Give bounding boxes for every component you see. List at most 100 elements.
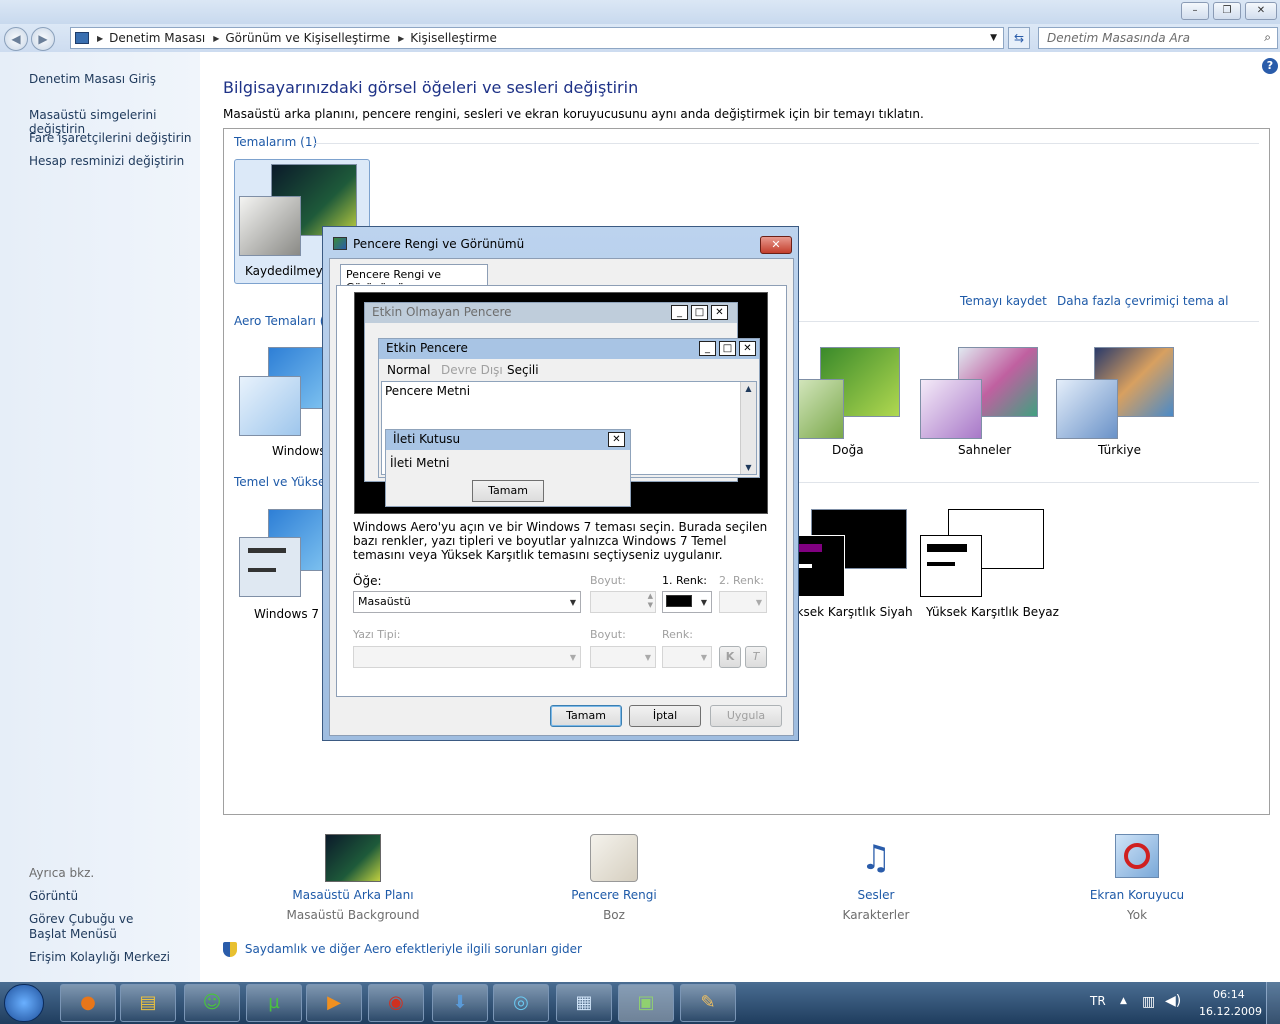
minimize-icon: _ bbox=[671, 305, 688, 320]
theme-name: Yüksek Karşıtlık Siyah bbox=[783, 605, 913, 619]
ok-button[interactable]: Tamam bbox=[550, 705, 622, 727]
dialog-app-icon bbox=[333, 237, 347, 250]
font-select[interactable]: ▼ bbox=[353, 646, 581, 668]
basic-theme-high-contrast-white[interactable]: Yüksek Karşıtlık Beyaz bbox=[918, 509, 1059, 619]
color1-picker[interactable]: ▼ bbox=[662, 591, 712, 613]
breadcrumb-arrow-icon: ▶ bbox=[213, 33, 220, 43]
color1-swatch bbox=[666, 595, 692, 607]
clock-time[interactable]: 06:14 bbox=[1213, 988, 1245, 1001]
taskbar-personalization-icon[interactable]: ▣ bbox=[618, 984, 674, 1022]
setting-label[interactable]: Pencere Rengi bbox=[534, 888, 694, 902]
taskbar-explorer-icon[interactable]: ▤ bbox=[120, 984, 176, 1022]
account-picture-link[interactable]: Hesap resminizi değiştirin bbox=[29, 154, 184, 168]
cancel-button[interactable]: İptal bbox=[629, 705, 701, 727]
apply-button[interactable]: Uygula bbox=[710, 705, 782, 727]
close-icon: ✕ bbox=[739, 341, 756, 356]
bold-button[interactable]: K bbox=[719, 646, 741, 668]
taskbar-media-player-icon[interactable]: ▶ bbox=[306, 984, 362, 1022]
maximize-button[interactable]: ❐ bbox=[1213, 2, 1241, 20]
search-input[interactable]: Denetim Masasında Ara ⌕ bbox=[1038, 27, 1278, 49]
show-hidden-icons[interactable]: ▲ bbox=[1120, 996, 1127, 1006]
save-theme-link[interactable]: Temayı kaydet bbox=[960, 294, 1047, 308]
language-indicator[interactable]: TR bbox=[1090, 994, 1106, 1008]
help-icon[interactable]: ? bbox=[1262, 58, 1278, 74]
close-icon: ✕ bbox=[711, 305, 728, 320]
window-color-icon bbox=[590, 834, 638, 882]
start-button[interactable] bbox=[4, 984, 44, 1022]
taskbar-messenger-icon[interactable]: ☺ bbox=[184, 984, 240, 1022]
taskbar-download-icon[interactable]: ⬇ bbox=[432, 984, 488, 1022]
italic-button[interactable]: T bbox=[745, 646, 767, 668]
aero-theme-turkey[interactable]: Türkiye bbox=[1054, 339, 1180, 457]
taskbar-firefox-icon[interactable]: ● bbox=[60, 984, 116, 1022]
setting-label[interactable]: Sesler bbox=[796, 888, 956, 902]
font-color-picker[interactable]: ▼ bbox=[662, 646, 712, 668]
maximize-icon: □ bbox=[719, 341, 736, 356]
breadcrumb-appearance[interactable]: Görünüm ve Kişiselleştirme bbox=[225, 31, 390, 45]
aero-theme-nature[interactable]: Doğa bbox=[782, 339, 908, 457]
theme-color-thumbnail bbox=[239, 376, 301, 436]
clock-date[interactable]: 16.12.2009 bbox=[1199, 1005, 1262, 1018]
spin-up-icon[interactable]: ▲ bbox=[648, 592, 653, 600]
network-icon[interactable]: ▥ bbox=[1142, 994, 1155, 1010]
troubleshoot-link[interactable]: Saydamlık ve diğer Aero efektleriyle ilg… bbox=[223, 942, 582, 957]
spin-down-icon[interactable]: ▼ bbox=[648, 601, 653, 609]
taskbar-app-icon[interactable]: ◉ bbox=[368, 984, 424, 1022]
control-panel-home-link[interactable]: Denetim Masası Giriş bbox=[29, 72, 156, 86]
dialog-close-button[interactable]: ✕ bbox=[760, 236, 792, 254]
aero-theme-scenes[interactable]: Sahneler bbox=[918, 339, 1044, 457]
chevron-down-icon: ▼ bbox=[700, 653, 707, 662]
setting-label[interactable]: Ekran Koruyucu bbox=[1057, 888, 1217, 902]
forward-button[interactable]: ▶ bbox=[31, 27, 55, 51]
font-color-label: Renk: bbox=[662, 628, 693, 641]
shield-icon bbox=[223, 942, 237, 957]
setting-label[interactable]: Masaüstü Arka Planı bbox=[273, 888, 433, 902]
maximize-icon: □ bbox=[691, 305, 708, 320]
page-subtitle: Masaüstü arka planını, pencere rengini, … bbox=[223, 107, 924, 121]
chevron-down-icon: ▼ bbox=[569, 598, 576, 607]
theme-name: Türkiye bbox=[1098, 443, 1141, 457]
taskbar-app-icon[interactable]: ◎ bbox=[493, 984, 549, 1022]
taskbar-utorrent-icon[interactable]: µ bbox=[246, 984, 302, 1022]
tab-window-color[interactable]: Pencere Rengi ve Görünümü bbox=[340, 264, 488, 294]
taskbar-paint-icon[interactable]: ✎ bbox=[680, 984, 736, 1022]
settings-bar: Masaüstü Arka Planı Masaüstü Background … bbox=[223, 824, 1270, 934]
font-size-select[interactable]: ▼ bbox=[590, 646, 656, 668]
mouse-pointers-link[interactable]: Fare işaretçilerini değiştirin bbox=[29, 131, 192, 145]
close-button[interactable]: ✕ bbox=[1245, 2, 1277, 20]
sounds-icon: ♫ bbox=[860, 838, 892, 878]
close-icon: ✕ bbox=[608, 432, 625, 447]
breadcrumb-arrow-icon: ▶ bbox=[97, 33, 104, 43]
display-link[interactable]: Görüntü bbox=[29, 889, 78, 903]
theme-color-thumbnail bbox=[920, 379, 982, 439]
theme-color-thumbnail bbox=[1056, 379, 1118, 439]
breadcrumb-personalization[interactable]: Kişiselleştirme bbox=[410, 31, 497, 45]
search-icon[interactable]: ⌕ bbox=[1264, 30, 1271, 45]
volume-icon[interactable]: ◀) bbox=[1165, 993, 1181, 1009]
message-text: İleti Metni bbox=[390, 456, 450, 470]
taskbar: ● ▤ ☺ µ ▶ ◉ ⬇ ◎ ▦ ▣ ✎ TR ▲ ▥ ◀) 06:14 16… bbox=[0, 982, 1280, 1024]
minimize-button[interactable]: – bbox=[1181, 2, 1209, 20]
setting-value: Masaüstü Background bbox=[286, 908, 420, 922]
theme-name: Yüksek Karşıtlık Beyaz bbox=[926, 605, 1059, 619]
back-button[interactable]: ◀ bbox=[4, 27, 28, 51]
basic-theme-high-contrast-black[interactable]: Yüksek Karşıtlık Siyah bbox=[779, 509, 914, 619]
theme-name: Windows bbox=[272, 444, 326, 458]
breadcrumb-control-panel[interactable]: Denetim Masası bbox=[109, 31, 205, 45]
ease-of-access-link[interactable]: Erişim Kolaylığı Merkezi bbox=[29, 950, 170, 964]
menu-disabled: Devre Dışı bbox=[441, 363, 503, 377]
taskbar-control-panel-icon[interactable]: ▦ bbox=[556, 984, 612, 1022]
more-themes-link[interactable]: Daha fazla çevrimiçi tema al bbox=[1057, 294, 1229, 308]
size-stepper[interactable]: ▲ ▼ bbox=[590, 591, 656, 613]
item-select[interactable]: Masaüstü ▼ bbox=[353, 591, 581, 613]
chevron-down-icon[interactable]: ▼ bbox=[990, 33, 997, 43]
taskbar-start-link[interactable]: Görev Çubuğu ve Başlat Menüsü bbox=[29, 912, 169, 942]
theme-name: Doğa bbox=[832, 443, 864, 457]
message-box-preview: İleti Kutusu ✕ İleti Metni Tamam bbox=[385, 429, 631, 507]
address-bar[interactable]: ▶ Denetim Masası ▶ Görünüm ve Kişiselleş… bbox=[70, 27, 1004, 49]
show-desktop-button[interactable] bbox=[1266, 982, 1280, 1024]
color2-picker[interactable]: ▼ bbox=[719, 591, 767, 613]
page-title: Bilgisayarınızdaki görsel öğeleri ve ses… bbox=[223, 78, 639, 97]
appearance-preview[interactable]: Etkin Olmayan Pencere _ □ ✕ Etkin Pencer… bbox=[354, 292, 768, 514]
refresh-button[interactable]: ⇆ bbox=[1008, 27, 1030, 49]
